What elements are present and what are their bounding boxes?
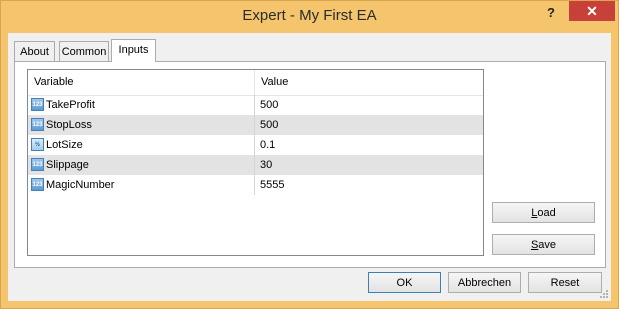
- tab-about[interactable]: About: [14, 41, 55, 61]
- cell-divider: [254, 155, 255, 175]
- expert-dialog: Expert - My First EA ? ✕ About Common In…: [0, 0, 619, 309]
- reset-button[interactable]: Reset: [528, 272, 602, 293]
- variable-value[interactable]: 500: [260, 115, 278, 135]
- cell-divider: [254, 115, 255, 135]
- inputs-table[interactable]: Variable Value 123 TakeProfit 500 123 St…: [27, 69, 484, 256]
- integer-icon: 123: [31, 178, 44, 191]
- variable-name: Slippage: [46, 159, 89, 171]
- resize-grip-icon[interactable]: [599, 289, 609, 299]
- double-icon: ½: [31, 138, 44, 151]
- cell-divider: [254, 175, 255, 195]
- integer-icon: 123: [31, 118, 44, 131]
- window-title: Expert - My First EA: [242, 7, 377, 24]
- save-button[interactable]: Save: [492, 234, 595, 255]
- integer-icon: 123: [31, 98, 44, 111]
- column-header-variable[interactable]: Variable: [28, 70, 254, 95]
- save-button-label: ave: [538, 239, 557, 251]
- close-button[interactable]: ✕: [569, 1, 615, 21]
- ok-button[interactable]: OK: [368, 272, 441, 293]
- dialog-client-area: About Common Inputs Variable Value 123 T…: [8, 33, 611, 301]
- column-header-value[interactable]: Value: [255, 70, 483, 95]
- tab-common[interactable]: Common: [59, 41, 109, 61]
- help-button[interactable]: ?: [539, 4, 563, 22]
- table-row[interactable]: 123 MagicNumber 5555: [28, 175, 483, 195]
- load-button-label: oad: [537, 207, 556, 219]
- inputs-panel: Variable Value 123 TakeProfit 500 123 St…: [14, 61, 606, 268]
- variable-name: StopLoss: [46, 119, 92, 131]
- load-button[interactable]: Load: [492, 202, 595, 223]
- table-row[interactable]: ½ LotSize 0.1: [28, 135, 483, 155]
- variable-value[interactable]: 0.1: [260, 135, 275, 155]
- table-row[interactable]: 123 Slippage 30: [28, 155, 483, 175]
- table-row[interactable]: 123 StopLoss 500: [28, 115, 483, 135]
- variable-value[interactable]: 500: [260, 95, 278, 115]
- variable-name: TakeProfit: [46, 99, 95, 111]
- cell-divider: [254, 95, 255, 115]
- table-row[interactable]: 123 TakeProfit 500: [28, 95, 483, 115]
- table-header: Variable Value: [28, 70, 483, 96]
- cell-divider: [254, 135, 255, 155]
- variable-name: MagicNumber: [46, 179, 115, 191]
- variable-value[interactable]: 5555: [260, 175, 284, 195]
- tab-inputs[interactable]: Inputs: [111, 39, 156, 62]
- integer-icon: 123: [31, 158, 44, 171]
- cancel-button[interactable]: Abbrechen: [448, 272, 521, 293]
- variable-value[interactable]: 30: [260, 155, 272, 175]
- variable-name: LotSize: [46, 139, 83, 151]
- title-bar[interactable]: Expert - My First EA ? ✕: [1, 1, 618, 33]
